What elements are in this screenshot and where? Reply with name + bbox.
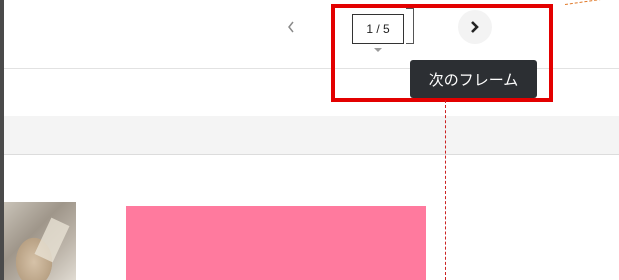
- annotation-highlight-box: [331, 4, 553, 102]
- cat-photo-thumbnail[interactable]: [4, 202, 76, 280]
- previous-frame-button[interactable]: [280, 14, 302, 40]
- chevron-left-icon: [288, 21, 294, 33]
- secondary-toolbar: [4, 116, 619, 155]
- annotation-guide-line: [445, 100, 446, 280]
- pink-shape[interactable]: [126, 206, 426, 280]
- annotation-pointer-line: [564, 0, 617, 5]
